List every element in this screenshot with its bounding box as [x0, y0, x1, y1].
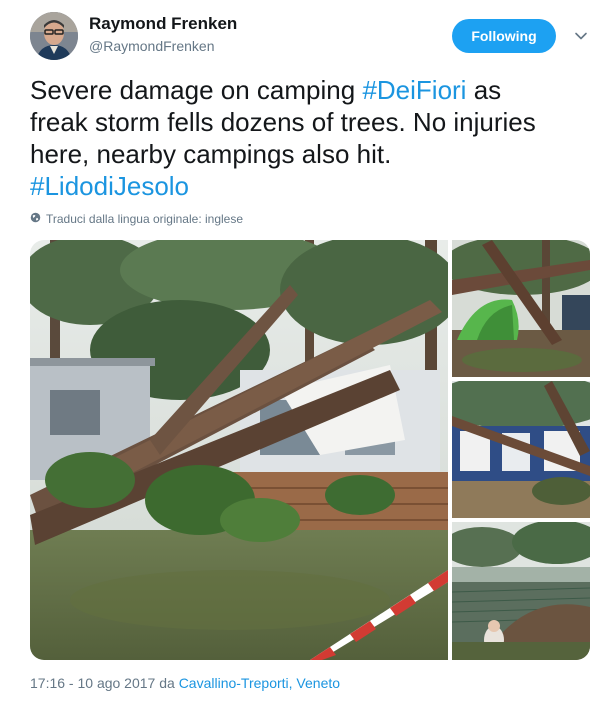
- tweet-text-segment: Severe damage on camping: [30, 75, 363, 105]
- tweet-line-1: Severe damage on camping #DeiFiori as: [30, 74, 590, 106]
- tweet-line-3: here, nearby campings also hit.: [30, 139, 392, 169]
- globe-icon: [30, 212, 41, 226]
- hashtag-lidodijesolo[interactable]: #LidodiJesolo: [30, 171, 189, 201]
- avatar[interactable]: [30, 12, 78, 60]
- photo-caravan[interactable]: [452, 381, 590, 518]
- tweet-text-segment: as: [466, 75, 502, 105]
- author-handle[interactable]: @RaymondFrenken: [89, 38, 215, 54]
- author-name[interactable]: Raymond Frenken: [89, 14, 237, 34]
- hashtag-deifiori[interactable]: #DeiFiori: [362, 75, 466, 105]
- chevron-down-icon[interactable]: [573, 28, 589, 44]
- tweet-card: Raymond Frenken @RaymondFrenken Followin…: [0, 0, 605, 704]
- place-link[interactable]: Cavallino-Treporti, Veneto: [179, 675, 340, 691]
- translate-link[interactable]: Traduci dalla lingua originale: inglese: [30, 212, 243, 226]
- photo-tent[interactable]: [452, 240, 590, 377]
- translate-label: Traduci dalla lingua originale: inglese: [46, 212, 244, 226]
- tweet-meta: 17:16 - 10 ago 2017 da Cavallino-Treport…: [30, 675, 340, 691]
- photo-main[interactable]: [30, 240, 448, 660]
- timestamp[interactable]: 17:16 - 10 ago 2017 da: [30, 675, 179, 691]
- following-button[interactable]: Following: [452, 19, 556, 53]
- tweet-line-2: freak storm fells dozens of trees. No in…: [30, 107, 536, 137]
- media-grid: [30, 240, 590, 660]
- tweet-text: Severe damage on camping #DeiFiori as fr…: [30, 74, 590, 202]
- tweet-line-4: #LidodiJesolo: [30, 170, 590, 202]
- photo-fence[interactable]: [452, 522, 590, 660]
